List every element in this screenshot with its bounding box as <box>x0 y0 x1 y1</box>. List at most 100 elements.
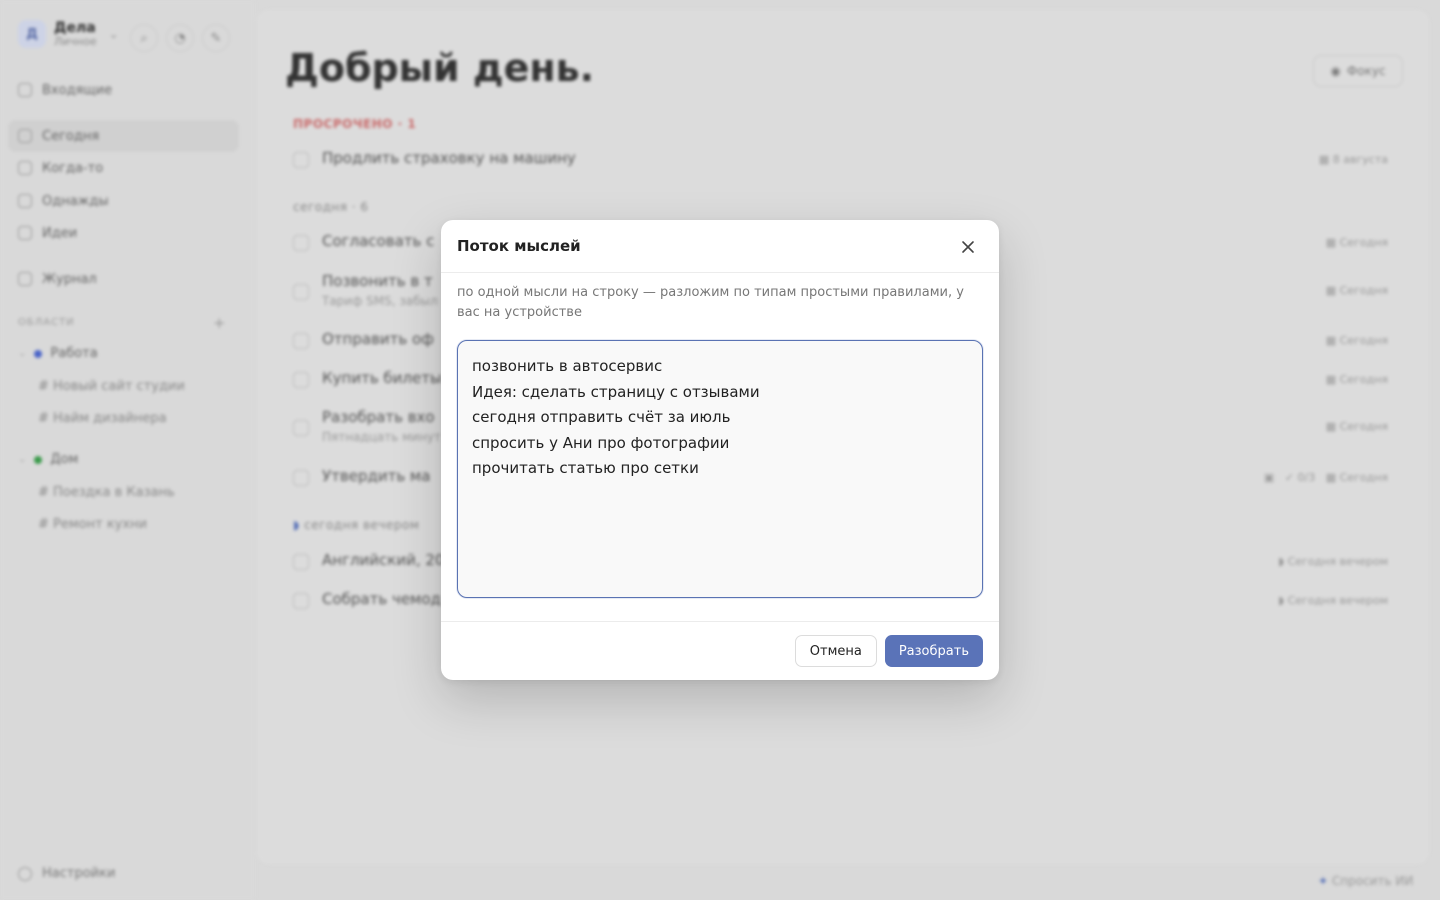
notifications-button[interactable]: ◔ <box>166 24 194 52</box>
sidebar-item-someday[interactable]: Когда-то <box>8 152 239 184</box>
cancel-button[interactable]: Отмена <box>794 635 877 667</box>
task-checkbox[interactable] <box>293 333 309 349</box>
chevron-down-icon: ⌄ <box>108 27 119 42</box>
task-title: Отправить оф <box>322 330 435 348</box>
sidebar-item-journal[interactable]: Журнал <box>8 263 239 295</box>
task-title: Позвонить в т <box>322 272 433 290</box>
thoughts-textarea[interactable]: позвонить в автосервис Идея: сделать стр… <box>457 340 983 598</box>
task-due: ▦ 8 августа <box>1318 153 1388 166</box>
task-checkbox[interactable] <box>293 470 309 486</box>
sidebar-item-once[interactable]: Однажды <box>8 185 239 217</box>
lightbulb-icon <box>18 226 32 240</box>
dialog-hint: по одной мысли на строку — разложим по т… <box>457 285 964 320</box>
group-evening-heading: ◗ сегодня вечером <box>293 518 420 532</box>
project-label: Поездка в Казань <box>53 485 175 500</box>
project-label: Ремонт кухни <box>53 517 148 532</box>
ask-ai-label: Спросить ИИ <box>1331 874 1414 888</box>
task-title: Английский, 20 <box>322 551 445 569</box>
project-label: Новый сайт студии <box>53 379 185 394</box>
settings-link[interactable]: Настройки <box>18 866 115 881</box>
clock-icon <box>18 161 32 175</box>
task-checkbox[interactable] <box>293 152 309 168</box>
task-due: ▦ Сегодня <box>1325 236 1388 249</box>
task-due: ◗ Сегодня вечером <box>1278 594 1388 607</box>
sidebar-item-today[interactable]: Сегодня <box>8 120 239 152</box>
task-checkbox[interactable] <box>293 372 309 388</box>
task-checkbox[interactable] <box>293 420 309 436</box>
project-item[interactable]: # Ремонт кухни <box>38 517 147 532</box>
compose-button[interactable]: ✎ <box>202 24 230 52</box>
area-color-dot <box>34 455 43 464</box>
sidebar-item-label: Когда-то <box>42 160 104 176</box>
sun-icon <box>18 129 32 143</box>
task-checkbox[interactable] <box>293 284 309 300</box>
sidebar-item-inbox[interactable]: Входящие <box>8 74 239 106</box>
task-due: ▣ ✓ 0/3 ▦ Сегодня <box>1263 471 1388 484</box>
ask-ai-button[interactable]: ✦ Спросить ИИ <box>1318 874 1413 888</box>
inbox-icon <box>18 83 32 97</box>
focus-label: Фокус <box>1346 64 1386 78</box>
task-title: Утвердить ма <box>322 467 431 485</box>
add-area-button[interactable]: + <box>213 314 226 332</box>
search-button[interactable]: ⌕ <box>130 24 158 52</box>
group-today-heading: сегодня · 6 <box>293 200 369 214</box>
task-title: Купить билеты <box>322 369 442 387</box>
task-due: ▦ Сегодня <box>1325 373 1388 386</box>
workspace-avatar: Д <box>18 20 46 49</box>
settings-label: Настройки <box>42 866 116 881</box>
moon-icon: ◗ <box>293 518 300 532</box>
close-icon <box>962 241 974 253</box>
area-home[interactable]: ⌄ Дом <box>18 452 78 467</box>
journal-icon <box>18 272 32 286</box>
sparkle-icon: ✦ <box>1318 874 1329 888</box>
workspace-name: Дела <box>54 20 96 36</box>
area-label: Работа <box>50 346 98 361</box>
sidebar-item-label: Сегодня <box>42 128 100 144</box>
task-title: Продлить страховку на машину <box>322 149 576 167</box>
task-checkbox[interactable] <box>293 554 309 570</box>
sidebar: Д Дела Личное ⌄ ⌕ ◔ ✎ Входящие Сегодня К… <box>0 0 255 900</box>
task-due: ▦ Сегодня <box>1325 334 1388 347</box>
task-row[interactable]: Продлить страховку на машину ▦ 8 августа <box>293 149 1388 168</box>
dialog-header: Поток мыслей <box>441 220 999 273</box>
sidebar-item-label: Идеи <box>42 225 78 241</box>
task-note: Пятнадцать минут <box>322 430 441 444</box>
areas-heading: ОБЛАСТИ <box>18 317 75 328</box>
page-title: Добрый день. <box>285 46 595 90</box>
project-item[interactable]: # Поездка в Казань <box>38 485 175 500</box>
group-overdue-heading: ПРОСРОЧЕНО · 1 <box>293 117 417 131</box>
target-icon: ◉ <box>1330 64 1341 78</box>
area-color-dot <box>34 349 43 358</box>
search-icon: ⌕ <box>140 30 148 46</box>
project-item[interactable]: # Найм дизайнера <box>38 411 167 426</box>
project-label: Найм дизайнера <box>53 411 167 426</box>
edit-icon: ✎ <box>210 30 222 46</box>
area-label: Дом <box>50 452 79 467</box>
task-checkbox[interactable] <box>293 235 309 251</box>
focus-button[interactable]: ◉ Фокус <box>1313 55 1403 87</box>
task-due: ▦ Сегодня <box>1325 284 1388 297</box>
dialog-footer: Отмена Разобрать <box>441 621 999 680</box>
gear-icon <box>18 866 32 881</box>
task-title: Собрать чемод <box>322 590 441 608</box>
sidebar-item-label: Входящие <box>42 82 113 98</box>
task-title: Согласовать с <box>322 232 435 250</box>
sort-button[interactable]: Разобрать <box>884 635 983 667</box>
workspace-switcher[interactable]: Д Дела Личное ⌄ <box>18 20 119 49</box>
chevron-down-icon: ⌄ <box>18 348 27 359</box>
chevron-down-icon: ⌄ <box>18 454 27 465</box>
dialog-title: Поток мыслей <box>457 237 581 255</box>
calendar-icon <box>18 194 32 208</box>
sidebar-item-label: Журнал <box>42 271 97 287</box>
sidebar-item-ideas[interactable]: Идеи <box>8 217 239 249</box>
task-checkbox[interactable] <box>293 593 309 609</box>
task-title: Разобрать вхо <box>322 408 435 426</box>
bell-icon: ◔ <box>174 30 186 46</box>
area-work[interactable]: ⌄ Работа <box>18 346 98 361</box>
close-button[interactable] <box>957 236 979 258</box>
project-item[interactable]: # Новый сайт студии <box>38 379 185 394</box>
workspace-subtitle: Личное <box>54 35 97 49</box>
brain-dump-dialog: Поток мыслей по одной мысли на строку — … <box>441 220 999 680</box>
task-due: ▦ Сегодня <box>1325 420 1388 433</box>
sidebar-item-label: Однажды <box>42 193 109 209</box>
